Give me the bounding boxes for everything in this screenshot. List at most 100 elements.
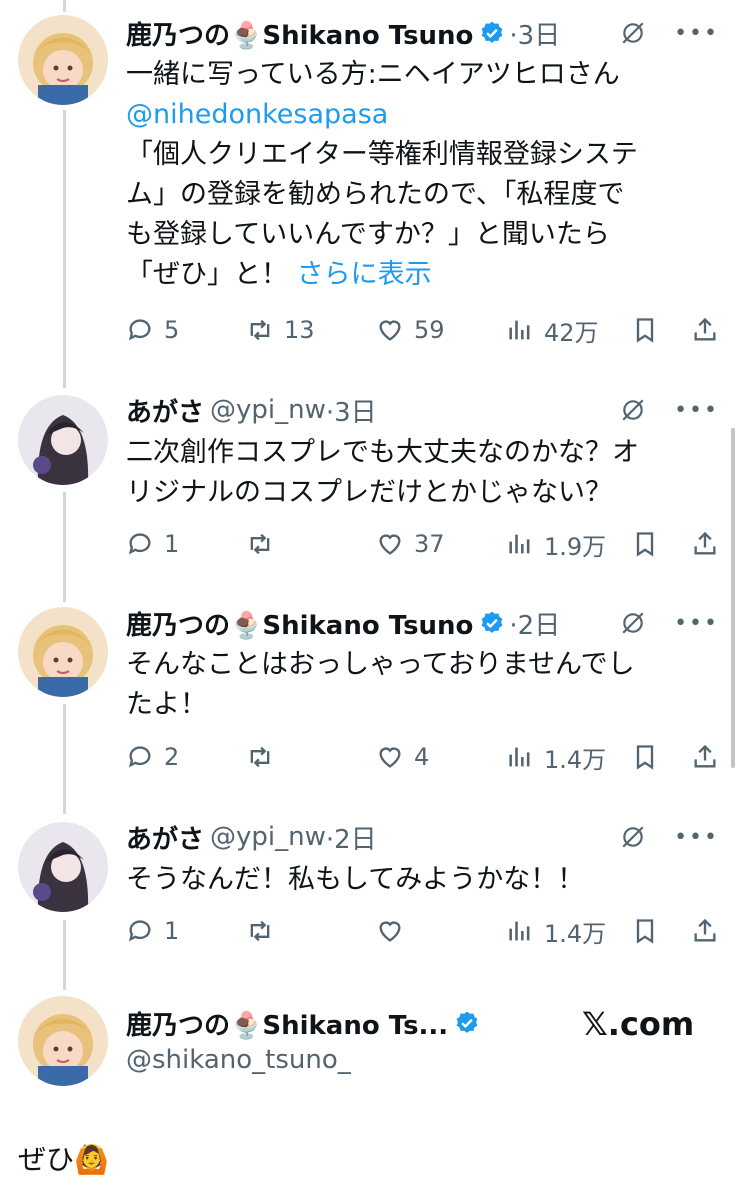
header-icons: ••• (620, 606, 719, 640)
display-name[interactable]: あがさ (126, 392, 204, 429)
tweet-line: 「ぜひ」と！ (126, 259, 288, 290)
tweet-header: あがさ @ypi_nw ·2日 ••• (126, 819, 719, 856)
tweet-time[interactable]: ·3日 (326, 392, 377, 429)
action-bar: 1 1.4万 (126, 914, 721, 948)
heart-icon (379, 747, 401, 768)
share-icon (694, 531, 716, 555)
heart-icon (379, 921, 401, 942)
display-name[interactable]: あがさ (126, 819, 204, 856)
scrollbar[interactable] (731, 428, 735, 768)
bookmark-button[interactable] (631, 743, 669, 771)
action-bar: 2 4 1.4万 (126, 740, 721, 774)
share-button[interactable] (691, 316, 729, 344)
tweet-line: たよ！ (126, 689, 207, 720)
tweet-time[interactable]: ·3日 (509, 15, 560, 52)
mention-link[interactable]: @nihedonkesapasa (126, 95, 719, 135)
bookmark-button[interactable] (631, 530, 669, 558)
tweet-text: 二次創作コスプレでも大丈夫なのかな？オ リジナルのコスプレだけとかじゃない？ (126, 433, 719, 513)
views-button[interactable]: 1.9万 (506, 527, 606, 562)
bookmark-icon (636, 745, 654, 770)
display-name[interactable]: 鹿乃つの🍨Shikano Tsuno (126, 605, 473, 642)
tweet-header: あがさ @ypi_nw ·3日 ••• (126, 392, 719, 429)
like-count: 59 (414, 316, 445, 344)
bookmark-button[interactable] (631, 917, 669, 945)
like-button[interactable]: 59 (376, 316, 445, 344)
share-icon (694, 918, 716, 942)
reply-count: 5 (164, 316, 180, 344)
verified-badge-icon (456, 1011, 478, 1033)
header-icons: ••• (620, 393, 719, 427)
tweet-line: ム」の登録を勧められたので、「私程度で (126, 179, 625, 210)
header-icons: ••• (620, 820, 719, 854)
tweet-line: も登録していいんですか？」と聞いたら (126, 219, 610, 250)
profile-handle[interactable]: @shikano_tsuno_ (126, 1045, 351, 1075)
reply-count: 2 (164, 743, 180, 771)
more-options-icon[interactable]: ••• (674, 611, 719, 636)
views-icon (509, 320, 530, 340)
avatar-agasa[interactable] (18, 822, 108, 912)
like-button[interactable]: 4 (376, 743, 429, 771)
share-button[interactable] (691, 743, 729, 771)
tweet-header: 鹿乃つの🍨Shikano Tsuno ·3日 ••• (126, 15, 719, 52)
avatar-shikano[interactable] (18, 607, 108, 697)
like-count: 37 (414, 530, 445, 558)
tweet-line: そうなんだ！私もしてみようかな！！ (126, 864, 585, 895)
profile-name[interactable]: 鹿乃つの🍨Shikano Ts... (126, 1005, 448, 1042)
grok-icon[interactable] (620, 397, 646, 423)
reply-button[interactable]: 1 (126, 917, 179, 945)
avatar-agasa[interactable] (18, 395, 108, 485)
view-count: 1.4万 (544, 919, 607, 948)
avatar-shikano[interactable] (18, 15, 108, 105)
views-button[interactable]: 42万 (506, 313, 599, 348)
avatar-shikano[interactable] (18, 996, 108, 1086)
heart-icon (379, 534, 401, 555)
views-button[interactable]: 1.4万 (506, 740, 606, 775)
retweet-button[interactable] (246, 530, 284, 558)
thread-connector-line (63, 110, 66, 388)
user-handle[interactable]: @ypi_nw (210, 395, 326, 425)
views-icon (509, 921, 530, 941)
grok-icon[interactable] (620, 824, 646, 850)
verified-badge-icon (482, 21, 503, 43)
thread-connector-line (63, 492, 66, 602)
profile-header: 鹿乃つの🍨Shikano Ts... (126, 1005, 480, 1042)
like-button[interactable]: 37 (376, 530, 445, 558)
tweet-time[interactable]: ·2日 (326, 819, 377, 856)
grok-icon[interactable] (620, 20, 646, 46)
retweet-button[interactable] (246, 917, 284, 945)
share-button[interactable] (691, 530, 729, 558)
tweet-line-last: 「ぜひ」と！ さらに表示 (126, 255, 719, 295)
retweet-count: 13 (284, 316, 315, 344)
like-button[interactable] (376, 917, 414, 945)
user-handle[interactable]: @ypi_nw (210, 822, 326, 852)
reply-button[interactable]: 1 (126, 530, 179, 558)
display-name[interactable]: 鹿乃つの🍨Shikano Tsuno (126, 15, 473, 52)
verified-badge-icon (482, 611, 503, 633)
retweet-icon (250, 533, 270, 555)
tweet-line: リジナルのコスプレだけとかじゃない？ (126, 477, 612, 508)
views-button[interactable]: 1.4万 (506, 914, 606, 949)
reply-count: 1 (164, 530, 180, 558)
action-bar: 5 13 59 42万 (126, 313, 721, 347)
tweet-time[interactable]: ·2日 (509, 605, 560, 642)
bookmark-icon (636, 532, 654, 557)
grok-icon[interactable] (620, 610, 646, 636)
views-icon (509, 747, 530, 767)
retweet-icon (250, 920, 270, 942)
more-options-icon[interactable]: ••• (674, 21, 719, 46)
share-button[interactable] (691, 917, 729, 945)
bookmark-button[interactable] (631, 316, 669, 344)
thread-connector-line (63, 704, 66, 814)
tweet-line: 二次創作コスプレでも大丈夫なのかな？オ (126, 437, 639, 468)
tweet-text: そうなんだ！私もしてみようかな！！ (126, 860, 719, 900)
reply-button[interactable]: 5 (126, 316, 179, 344)
bookmark-icon (636, 318, 654, 343)
retweet-button[interactable] (246, 743, 284, 771)
view-count: 42万 (544, 318, 599, 347)
more-options-icon[interactable]: ••• (674, 825, 719, 850)
reply-icon (128, 920, 151, 942)
show-more-link[interactable]: さらに表示 (297, 259, 432, 290)
reply-button[interactable]: 2 (126, 743, 179, 771)
more-options-icon[interactable]: ••• (674, 398, 719, 423)
retweet-button[interactable]: 13 (246, 316, 315, 344)
